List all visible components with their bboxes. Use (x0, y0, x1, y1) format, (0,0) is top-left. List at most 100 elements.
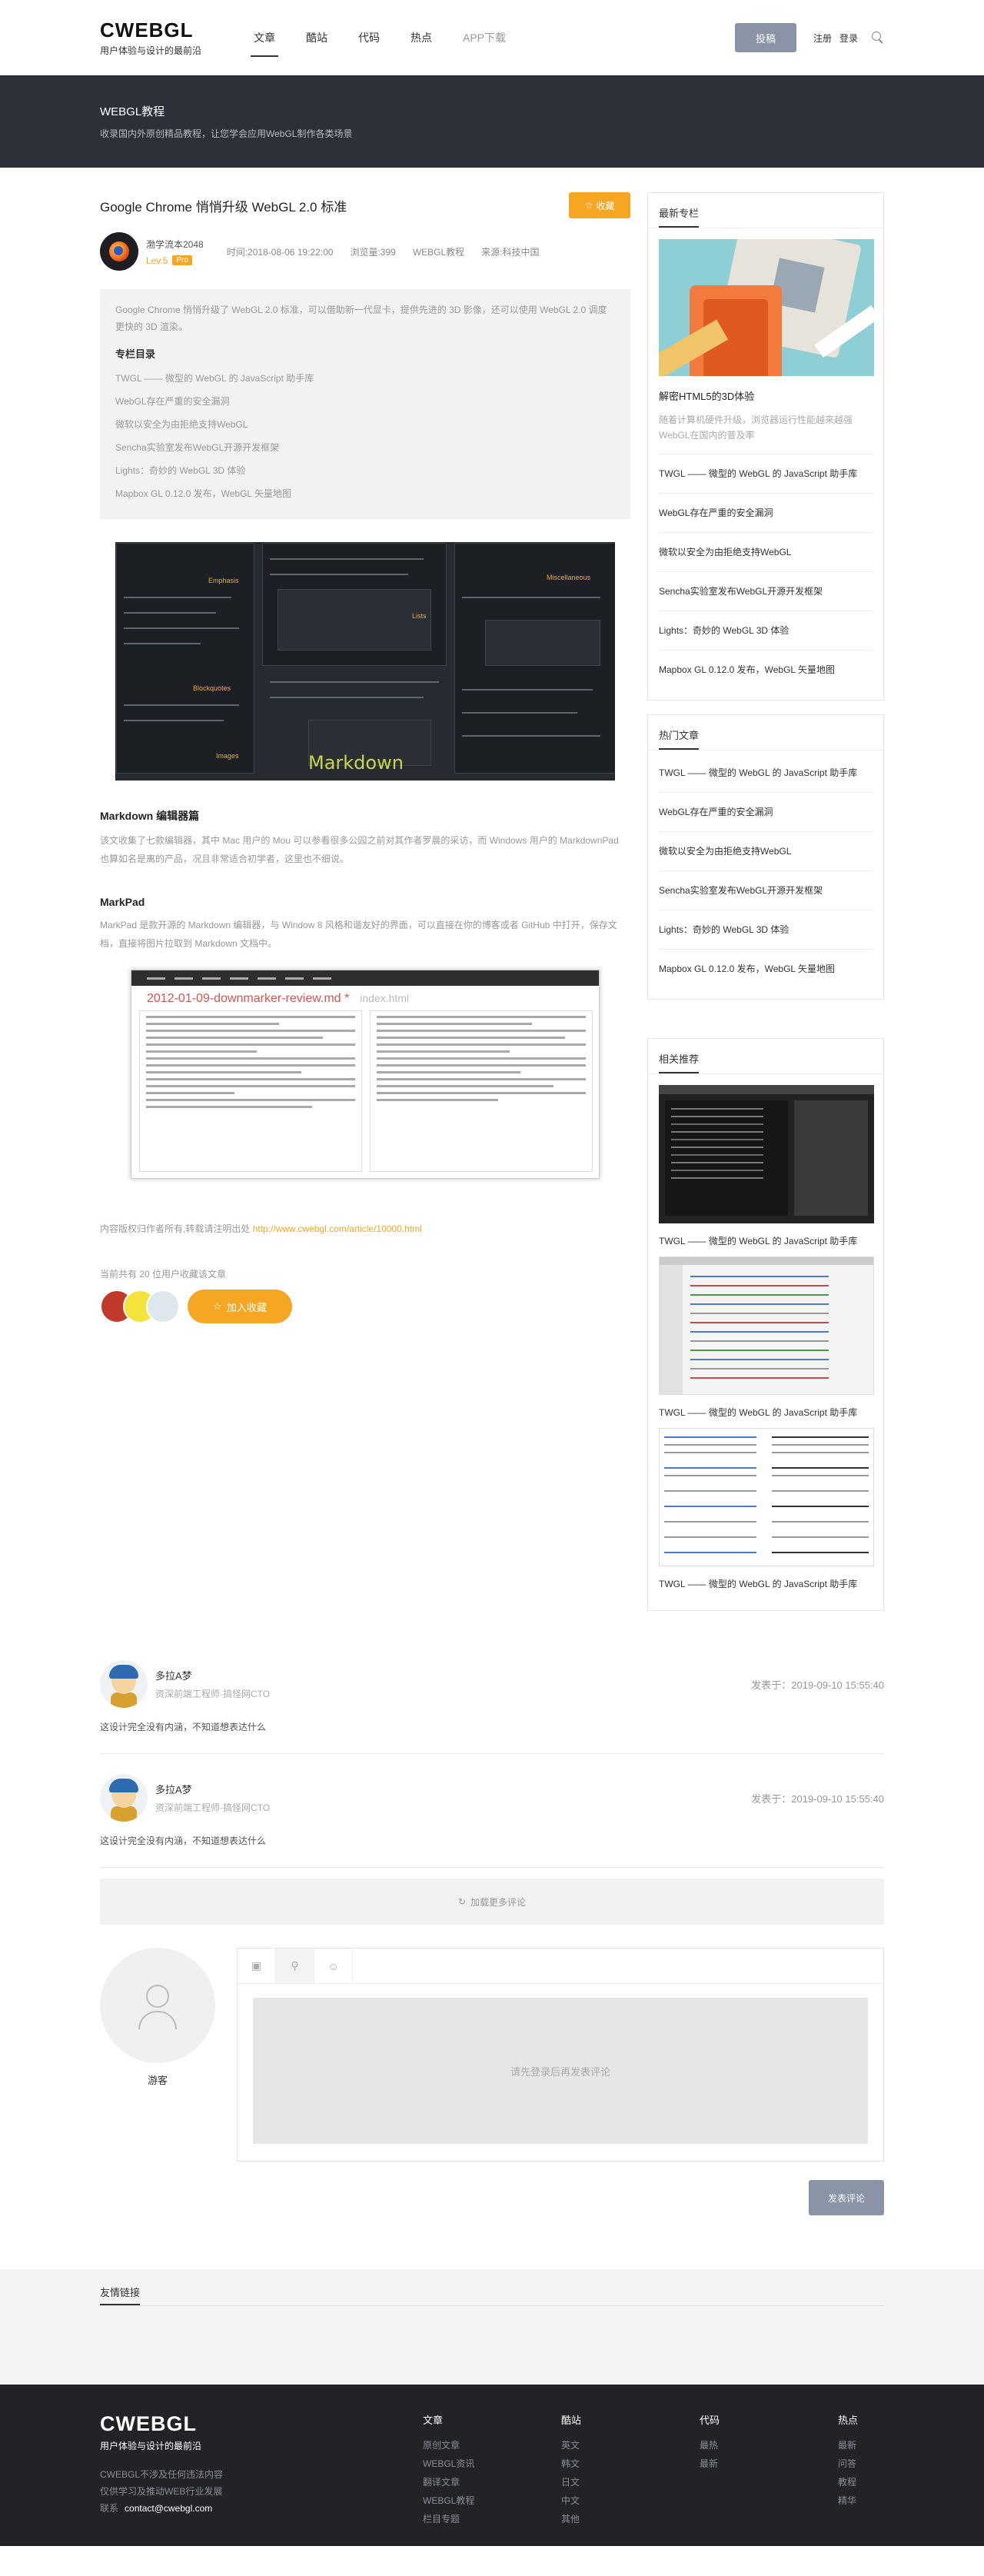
recommended-thumbnail[interactable] (659, 1428, 874, 1566)
toc-item[interactable]: Sencha实验室发布WebGL开源开发框架 (115, 436, 615, 459)
comment-time: 发表于：2019-09-10 15:55:40 (751, 1792, 884, 1805)
footer-link[interactable]: 原创文章 (423, 2436, 561, 2455)
footer-logo[interactable]: CWEBGL (100, 2412, 423, 2436)
toc-item[interactable]: WebGL存在严重的安全漏洞 (115, 390, 615, 413)
guest-avatar (100, 1948, 215, 2063)
search-icon[interactable] (872, 32, 884, 44)
commenter-name[interactable]: 多拉A梦 (155, 1782, 270, 1796)
recommended-item[interactable]: TWGL —— 微型的 WebGL 的 JavaScript 助手库 (659, 1428, 874, 1590)
site-logo[interactable]: CWEBGL 用户体验与设计的最前沿 (100, 18, 254, 57)
guest-name: 游客 (147, 2075, 168, 2086)
emoji-icon[interactable]: ☺ (314, 1949, 353, 1983)
join-favorite-button[interactable]: ☆ 加入收藏 (188, 1290, 292, 1323)
nav-item-code[interactable]: 代码 (358, 0, 380, 75)
article-url-link[interactable]: http://www.cwebgl.com/article/10000.html (253, 1223, 422, 1234)
footer-link[interactable]: 翻译文章 (423, 2473, 561, 2491)
logo-title: CWEBGL (100, 18, 194, 42)
list-item[interactable]: Lights：奇妙的 WebGL 3D 体验 (659, 611, 873, 650)
comment: 多拉A梦 资深前端工程师·搞怪网CTO 发表于：2019-09-10 15:55… (100, 1774, 884, 1868)
footer-column: 文章 原创文章 WEBGL资讯 翻译文章 WEBGL教程 栏目专题 (423, 2412, 561, 2528)
list-item[interactable]: Mapbox GL 0.12.0 发布，WebGL 矢量地图 (659, 949, 873, 988)
list-item[interactable]: 微软以安全为由拒绝支持WebGL (659, 831, 873, 870)
footer-link[interactable]: WEBGL资讯 (423, 2455, 561, 2473)
footer-link[interactable]: 精华 (838, 2491, 884, 2510)
recommended-title[interactable]: TWGL —— 微型的 WebGL 的 JavaScript 助手库 (659, 1406, 873, 1419)
footer-link[interactable]: 栏目专题 (423, 2510, 561, 2528)
latest-list: TWGL —— 微型的 WebGL 的 JavaScript 助手库 WebGL… (659, 454, 873, 689)
footer-link[interactable]: 中文 (561, 2491, 700, 2510)
submit-button[interactable]: 投稿 (734, 23, 796, 52)
comment-placeholder: 请先登录后再发表评论 (510, 2065, 610, 2078)
latest-columns-card: 最新专栏 解密HTML5的3D体验 随着计算机硬件升级，浏览器运行性能越来越强W… (647, 192, 884, 701)
article-category[interactable]: WEBGL教程 (413, 245, 464, 258)
load-more-button[interactable]: ↻ 加载更多评论 (100, 1879, 884, 1925)
footer-link[interactable]: 日文 (561, 2473, 700, 2491)
recommended-title[interactable]: TWGL —— 微型的 WebGL 的 JavaScript 助手库 (659, 1234, 873, 1247)
list-item[interactable]: TWGL —— 微型的 WebGL 的 JavaScript 助手库 (659, 754, 873, 792)
toc-item[interactable]: Lights：奇妙的 WebGL 3D 体验 (115, 459, 615, 482)
header-actions: 投稿 注册 登录 (734, 23, 884, 52)
favorite-button-label: 收藏 (596, 200, 615, 211)
recommended-item[interactable]: TWGL —— 微型的 WebGL 的 JavaScript 助手库 (659, 1085, 874, 1247)
toc-item[interactable]: 微软以安全为由拒绝支持WebGL (115, 413, 615, 436)
recommended-title[interactable]: TWGL —— 微型的 WebGL 的 JavaScript 助手库 (659, 1577, 873, 1590)
list-item[interactable]: Sencha实验室发布WebGL开源开发框架 (659, 870, 873, 910)
footer-link[interactable]: WEBGL教程 (423, 2491, 561, 2510)
list-item[interactable]: Mapbox GL 0.12.0 发布，WebGL 矢量地图 (659, 650, 873, 689)
footer-link[interactable]: 最新 (838, 2436, 884, 2455)
footer: CWEBGL 用户体验与设计的最前沿 CWEBGL不涉及任何违法内容 仅供学习及… (0, 2385, 984, 2546)
view-count: 浏览量:399 (350, 246, 396, 258)
nav-item-cool-sites[interactable]: 酷站 (306, 0, 327, 75)
markdown-cheatsheet-image: Emphasis Blockquotes Miscellaneous Image… (115, 542, 615, 780)
user-avatar[interactable] (146, 1290, 180, 1323)
feature-image[interactable] (659, 239, 874, 376)
feature-desc: 随着计算机硬件升级，浏览器运行性能越来越强WebGL在国内的普及率 (659, 414, 853, 441)
toc-item[interactable]: Mapbox GL 0.12.0 发布，WebGL 矢量地图 (115, 482, 615, 505)
author-name[interactable]: 渤学流本2048 (146, 238, 204, 251)
commenter-name[interactable]: 多拉A梦 (155, 1668, 270, 1682)
author-avatar[interactable] (100, 232, 138, 271)
footer-column: 代码 最热 最新 (700, 2412, 838, 2528)
card-title: 最新专栏 (659, 193, 700, 228)
recommended-thumbnail[interactable] (659, 1256, 874, 1395)
footer-link[interactable]: 其他 (561, 2510, 700, 2528)
footer-link[interactable]: 最热 (700, 2436, 838, 2455)
login-link[interactable]: 登录 (839, 32, 858, 45)
list-item[interactable]: 微软以安全为由拒绝支持WebGL (659, 532, 873, 571)
list-item[interactable]: Sencha实验室发布WebGL开源开发框架 (659, 571, 873, 611)
image-icon[interactable]: ▣ (238, 1949, 276, 1983)
banner-subtitle: 收录国内外原创精品教程，让您学会应用WebGL制作各类场景 (100, 128, 353, 139)
comment-textarea[interactable]: 请先登录后再发表评论 (253, 1998, 868, 2144)
list-item[interactable]: WebGL存在严重的安全漏洞 (659, 792, 873, 831)
nav-item-app-download[interactable]: APP下载 (463, 0, 506, 75)
list-item[interactable]: Lights：奇妙的 WebGL 3D 体验 (659, 910, 873, 949)
contact-email[interactable]: contact@cwebgl.com (125, 2503, 212, 2514)
hot-list: TWGL —— 微型的 WebGL 的 JavaScript 助手库 WebGL… (659, 754, 873, 988)
footer-link[interactable]: 英文 (561, 2436, 700, 2455)
author-level: Lev.5 (146, 255, 168, 266)
link-icon[interactable]: ⚲ (276, 1949, 314, 1983)
footer-link[interactable]: 教程 (838, 2473, 884, 2491)
nav-item-articles[interactable]: 文章 (251, 0, 278, 75)
toc-item[interactable]: TWGL —— 微型的 WebGL 的 JavaScript 助手库 (115, 367, 615, 390)
list-item[interactable]: TWGL —— 微型的 WebGL 的 JavaScript 助手库 (659, 454, 873, 493)
nav-item-hot[interactable]: 热点 (411, 0, 432, 75)
register-link[interactable]: 注册 (813, 32, 832, 45)
footer-desc: CWEBGL不涉及任何违法内容 (100, 2469, 224, 2480)
feature-title[interactable]: 解密HTML5的3D体验 (659, 388, 873, 403)
comment-time: 发表于：2019-09-10 15:55:40 (751, 1679, 884, 1691)
refresh-icon: ↻ (457, 1896, 467, 1907)
footer-link[interactable]: 韩文 (561, 2455, 700, 2473)
favorite-button[interactable]: ☆ 收藏 (569, 192, 630, 218)
pro-badge: Pro (172, 255, 193, 265)
post-comment-button[interactable]: 发表评论 (809, 2180, 884, 2215)
footer-link[interactable]: 问答 (838, 2455, 884, 2473)
recommended-item[interactable]: TWGL —— 微型的 WebGL 的 JavaScript 助手库 (659, 1256, 874, 1419)
recommended-thumbnail[interactable] (659, 1085, 874, 1223)
commenter-avatar[interactable] (100, 1660, 148, 1708)
section-title: MarkPad (100, 896, 145, 908)
footer-link[interactable]: 最新 (700, 2455, 838, 2473)
section-text: MarkPad 是款开源的 Markdown 编辑器，与 Window 8 风格… (100, 920, 617, 949)
list-item[interactable]: WebGL存在严重的安全漏洞 (659, 493, 873, 532)
commenter-avatar[interactable] (100, 1774, 148, 1822)
